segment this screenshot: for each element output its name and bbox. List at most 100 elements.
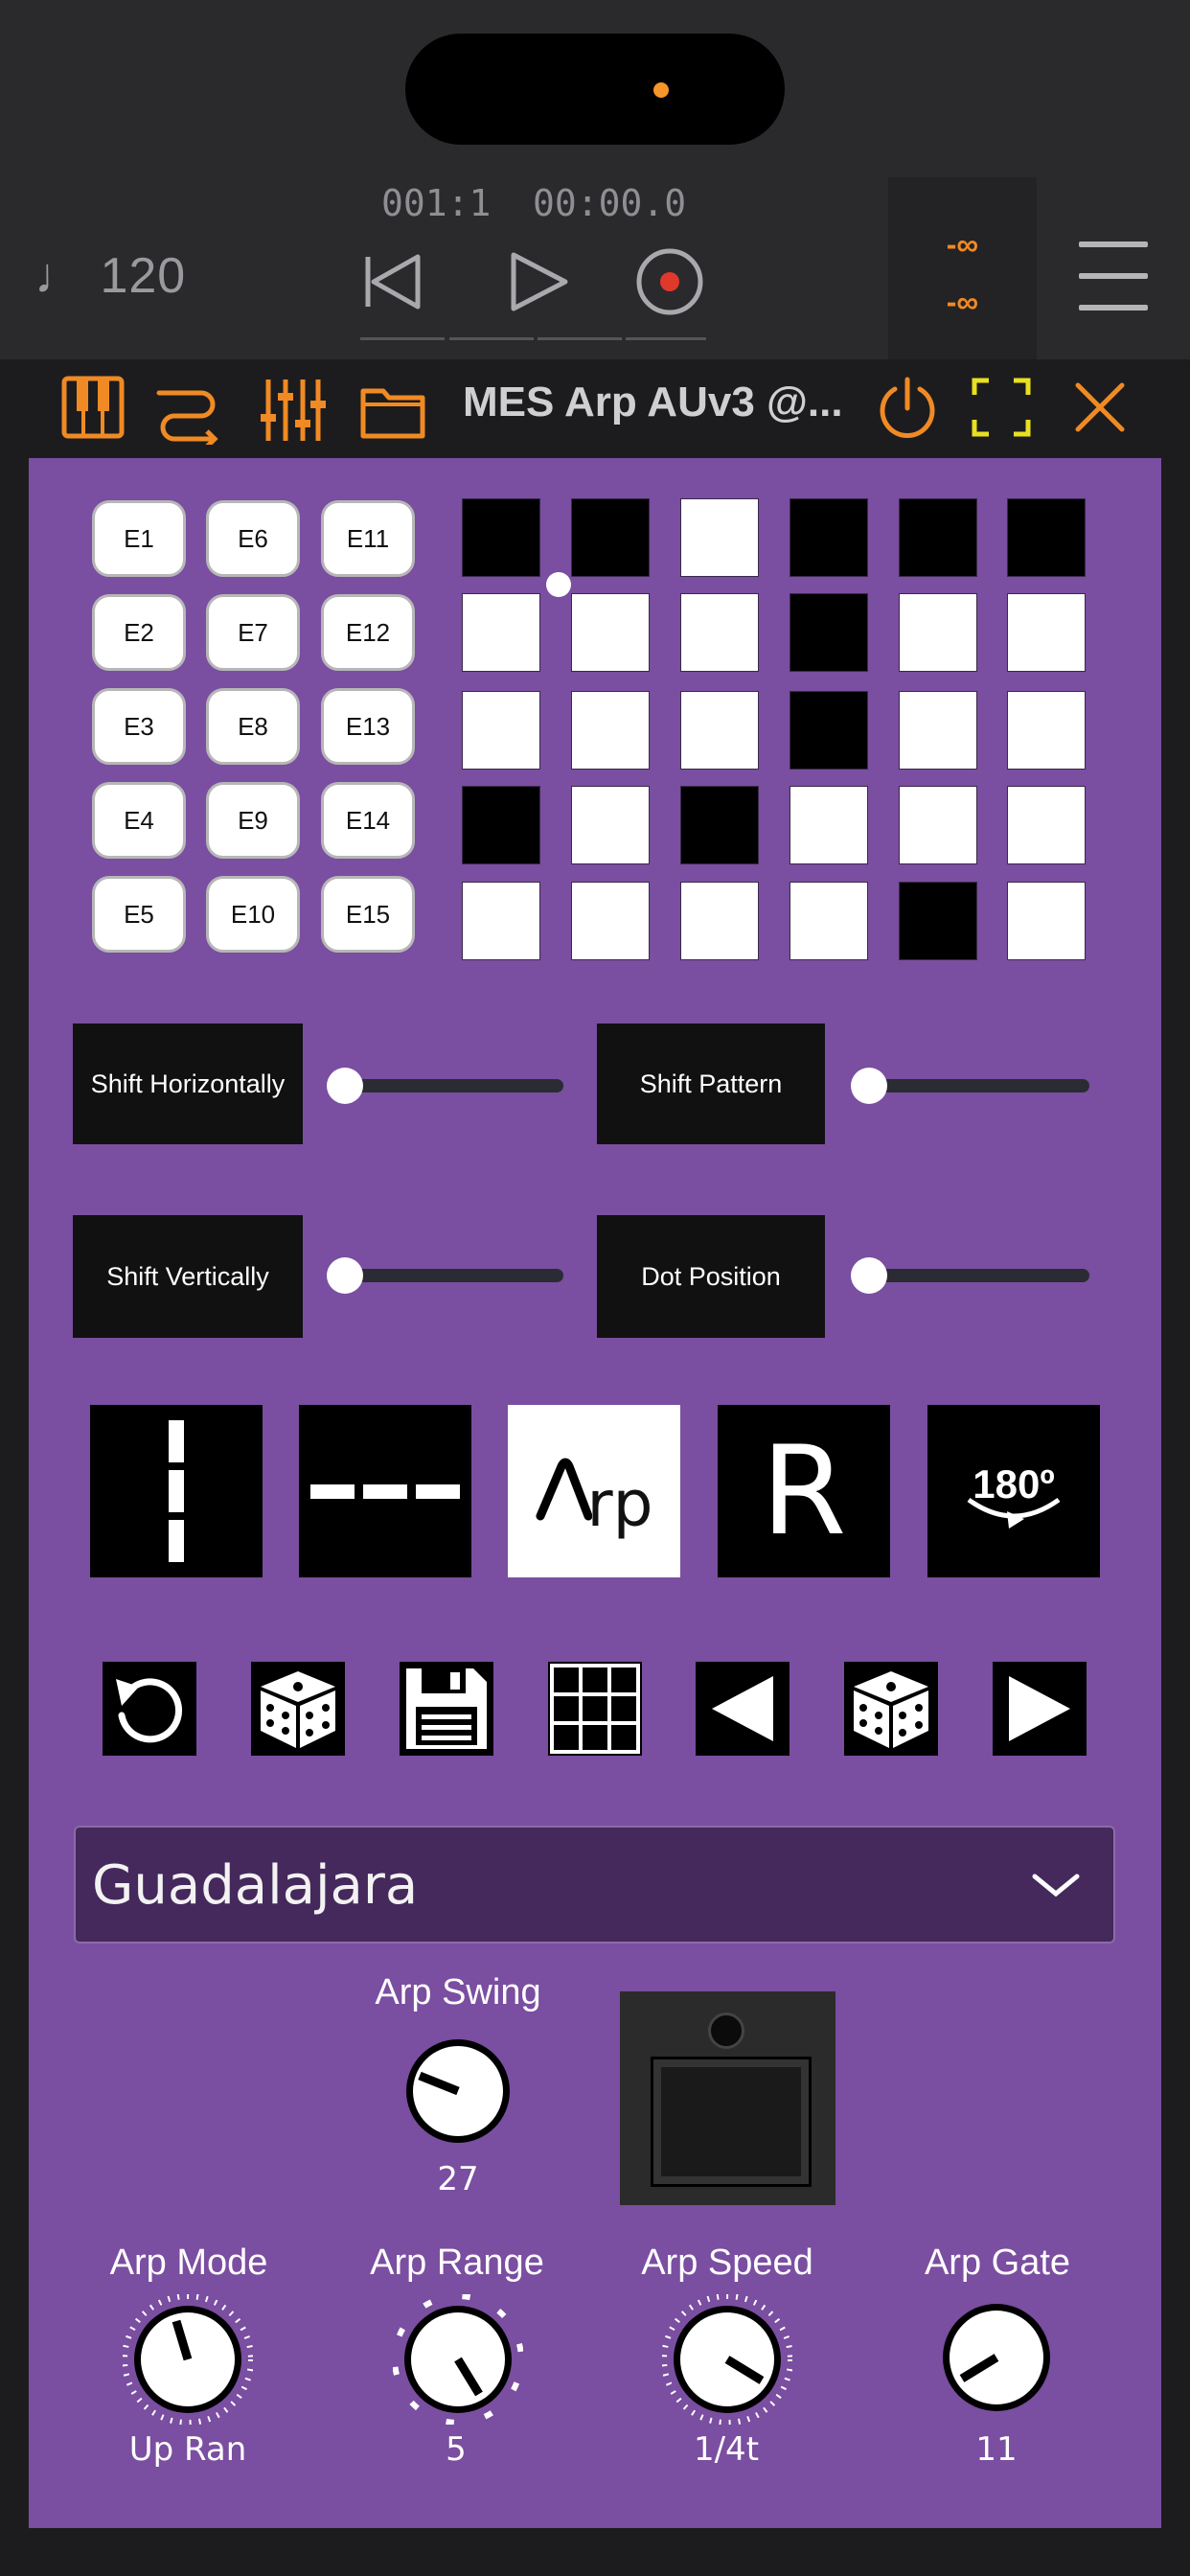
arp-gate-knob[interactable] bbox=[941, 2302, 1052, 2418]
previous-button[interactable] bbox=[696, 1662, 790, 1756]
step-pad[interactable] bbox=[620, 1991, 835, 2205]
euclid-button-e12[interactable]: E12 bbox=[321, 594, 415, 671]
grid-cell[interactable] bbox=[680, 786, 759, 864]
grid-cell[interactable] bbox=[790, 498, 868, 577]
grid-cell[interactable] bbox=[462, 498, 540, 577]
grid-cell[interactable] bbox=[790, 786, 868, 864]
grid-cell[interactable] bbox=[899, 593, 977, 672]
shift-horizontally-slider-thumb[interactable] bbox=[327, 1068, 363, 1104]
arp-swing-knob[interactable] bbox=[402, 2036, 514, 2151]
tempo-display[interactable]: ♩ 120 bbox=[34, 247, 186, 305]
euclid-button-e11[interactable]: E11 bbox=[321, 500, 415, 577]
grid-cell[interactable] bbox=[462, 786, 540, 864]
plugin-title: MES Arp AUv3 @... bbox=[463, 379, 843, 426]
euclid-button-e10[interactable]: E10 bbox=[206, 876, 300, 953]
grid-cell[interactable] bbox=[571, 498, 650, 577]
grid-cell[interactable] bbox=[790, 882, 868, 960]
grid-cell[interactable] bbox=[680, 691, 759, 770]
grid-cell[interactable] bbox=[1007, 691, 1086, 770]
euclid-button-e9[interactable]: E9 bbox=[206, 782, 300, 859]
euclid-button-e13[interactable]: E13 bbox=[321, 688, 415, 765]
presets-folder-button[interactable] bbox=[360, 381, 425, 444]
grid-cell[interactable] bbox=[462, 882, 540, 960]
shift-pattern-slider[interactable] bbox=[867, 1079, 1089, 1092]
dynamic-island bbox=[405, 34, 785, 145]
grid-cell[interactable] bbox=[1007, 498, 1086, 577]
save-button[interactable] bbox=[400, 1662, 493, 1756]
vertical-dashes-icon bbox=[169, 1420, 184, 1562]
reset-button[interactable] bbox=[103, 1662, 196, 1756]
grid-cell[interactable] bbox=[899, 691, 977, 770]
close-button[interactable] bbox=[1074, 381, 1126, 438]
triangle-left-icon bbox=[712, 1676, 773, 1741]
grid-cell[interactable] bbox=[571, 691, 650, 770]
next-button[interactable] bbox=[993, 1662, 1087, 1756]
shift-vertically-slider[interactable] bbox=[343, 1269, 563, 1282]
arp-swing-label: Arp Swing bbox=[375, 1972, 541, 2012]
grid-cell[interactable] bbox=[571, 786, 650, 864]
reverse-button[interactable]: R bbox=[718, 1405, 890, 1577]
shift-pattern-slider-thumb[interactable] bbox=[851, 1068, 887, 1104]
play-button[interactable] bbox=[508, 230, 575, 335]
grid-cell[interactable] bbox=[571, 882, 650, 960]
euclid-button-e8[interactable]: E8 bbox=[206, 688, 300, 765]
keyboard-button[interactable] bbox=[61, 376, 125, 444]
arp-mode-label: Arp Mode bbox=[109, 2242, 268, 2283]
menu-icon[interactable] bbox=[1079, 242, 1148, 310]
randomize-button[interactable] bbox=[251, 1662, 345, 1756]
shift-horizontally-slider[interactable] bbox=[343, 1079, 563, 1092]
grid-view-button[interactable] bbox=[548, 1662, 642, 1756]
grid-cell[interactable] bbox=[899, 498, 977, 577]
euclid-button-e15[interactable]: E15 bbox=[321, 876, 415, 953]
euclid-button-e6[interactable]: E6 bbox=[206, 500, 300, 577]
reverse-letter: R bbox=[761, 1419, 847, 1563]
arp-gate-label: Arp Gate bbox=[924, 2242, 1071, 2283]
routing-button[interactable] bbox=[153, 376, 222, 449]
grid-cell[interactable] bbox=[790, 593, 868, 672]
arp-speed-knob[interactable] bbox=[661, 2293, 793, 2429]
euclid-button-e1[interactable]: E1 bbox=[92, 500, 186, 577]
dot-position-slider[interactable] bbox=[867, 1269, 1089, 1282]
euclid-button-e2[interactable]: E2 bbox=[92, 594, 186, 671]
dot-position-slider-thumb[interactable] bbox=[851, 1257, 887, 1294]
grid-cell[interactable] bbox=[680, 593, 759, 672]
grid-cell[interactable] bbox=[680, 882, 759, 960]
grid-cell[interactable] bbox=[571, 593, 650, 672]
step-pad-button[interactable] bbox=[651, 2057, 812, 2187]
euclid-button-e14[interactable]: E14 bbox=[321, 782, 415, 859]
mixer-button[interactable] bbox=[257, 376, 326, 449]
grid-cell[interactable] bbox=[680, 498, 759, 577]
vertical-mode-button[interactable] bbox=[90, 1405, 263, 1577]
grid-cell[interactable] bbox=[462, 593, 540, 672]
bypass-button[interactable] bbox=[876, 376, 939, 446]
arp-mode-knob[interactable] bbox=[122, 2293, 254, 2429]
arp-range-value: 5 bbox=[446, 2430, 467, 2469]
grid-cell[interactable] bbox=[1007, 786, 1086, 864]
chevron-down-icon[interactable] bbox=[1031, 1871, 1081, 1904]
grid-cell[interactable] bbox=[790, 691, 868, 770]
arp-mode-button[interactable]: rp bbox=[508, 1405, 680, 1577]
dice-icon bbox=[261, 1671, 335, 1748]
rotate-180-button[interactable]: 180º bbox=[927, 1405, 1100, 1577]
horizontal-mode-button[interactable] bbox=[299, 1405, 471, 1577]
randomize-preset-button[interactable] bbox=[844, 1662, 938, 1756]
grid-cell[interactable] bbox=[1007, 882, 1086, 960]
euclid-button-e5[interactable]: E5 bbox=[92, 876, 186, 953]
grid-cell[interactable] bbox=[899, 882, 977, 960]
euclid-button-e4[interactable]: E4 bbox=[92, 782, 186, 859]
record-button[interactable] bbox=[634, 230, 706, 335]
rewind-button[interactable] bbox=[360, 230, 446, 335]
transport-divider bbox=[360, 337, 445, 340]
grid-cell[interactable] bbox=[462, 691, 540, 770]
shift-vertically-label: Shift Vertically bbox=[73, 1215, 303, 1338]
arp-range-knob[interactable] bbox=[392, 2293, 524, 2429]
floppy-disk-icon bbox=[406, 1668, 487, 1749]
grid-cell[interactable] bbox=[899, 786, 977, 864]
grid-cell[interactable] bbox=[1007, 593, 1086, 672]
sliders-icon bbox=[261, 380, 326, 441]
shift-vertically-slider-thumb[interactable] bbox=[327, 1257, 363, 1294]
level-meter[interactable]: -∞ -∞ bbox=[888, 177, 1037, 359]
euclid-button-e3[interactable]: E3 bbox=[92, 688, 186, 765]
fullscreen-button[interactable] bbox=[972, 378, 1031, 442]
euclid-button-e7[interactable]: E7 bbox=[206, 594, 300, 671]
